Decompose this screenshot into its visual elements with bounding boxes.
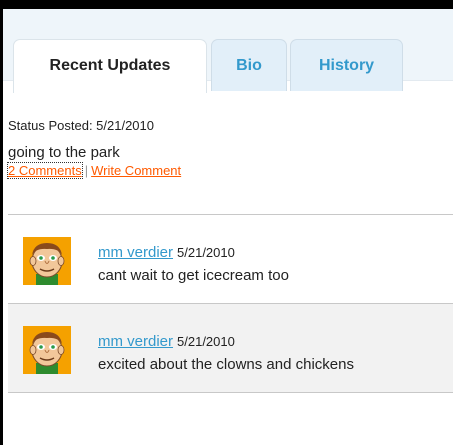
comment-date: 5/21/2010 — [177, 334, 235, 349]
write-comment-link[interactable]: Write Comment — [91, 163, 181, 178]
comment-text: cant wait to get icecream too — [98, 267, 289, 284]
comment-item: mm verdier 5/21/2010 cant wait to get ice… — [8, 215, 453, 304]
status-text: going to the park — [8, 144, 120, 161]
comment-header: mm verdier 5/21/2010 — [98, 334, 448, 350]
tab-history[interactable]: History — [290, 39, 403, 91]
top-border — [0, 0, 453, 9]
tab-strip: Recent Updates Bio History — [3, 9, 453, 93]
comment-body: mm verdier 5/21/2010 cant wait to get ice… — [98, 245, 448, 285]
comment-text: excited about the clowns and chickens — [98, 356, 354, 373]
status-actions: 2 Comments | Write Comment — [7, 162, 448, 179]
profile-panel: Recent Updates Bio History Status Posted… — [0, 0, 453, 445]
tab-recent-updates[interactable]: Recent Updates — [13, 39, 207, 93]
avatar[interactable] — [23, 237, 71, 285]
status-posted-date: Status Posted: 5/21/2010 — [8, 118, 154, 133]
comment-body: mm verdier 5/21/2010 excited about the cl… — [98, 334, 448, 374]
comments-count-link[interactable]: 2 Comments — [7, 162, 83, 179]
comment-author-link[interactable]: mm verdier — [98, 333, 173, 350]
cartoon-face-avatar-icon — [23, 237, 71, 285]
cartoon-face-avatar-icon — [23, 326, 71, 374]
comment-date: 5/21/2010 — [177, 245, 235, 260]
comment-author-link[interactable]: mm verdier — [98, 244, 173, 261]
comment-item: mm verdier 5/21/2010 excited about the cl… — [8, 304, 453, 393]
avatar[interactable] — [23, 326, 71, 374]
action-separator: | — [84, 163, 89, 178]
tab-bio[interactable]: Bio — [211, 39, 287, 91]
comment-list: mm verdier 5/21/2010 cant wait to get ice… — [8, 214, 453, 393]
status-update: Status Posted: 5/21/2010 going to the pa… — [7, 118, 448, 179]
comment-header: mm verdier 5/21/2010 — [98, 245, 448, 261]
